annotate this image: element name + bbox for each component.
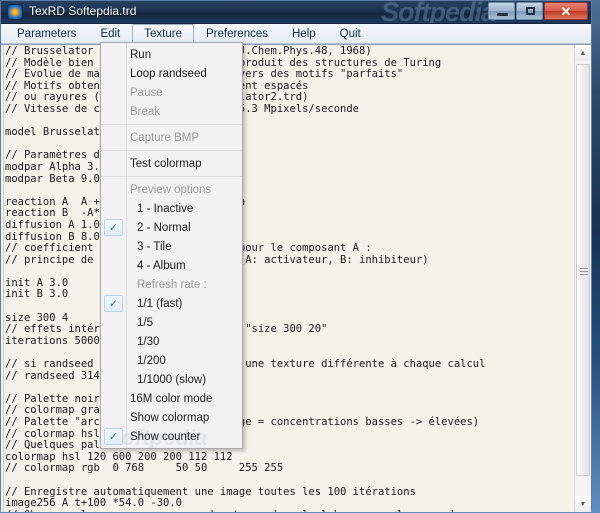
menubar-item-help[interactable]: Help (280, 24, 328, 43)
menu-item-show-colormap[interactable]: Show colormap (101, 408, 242, 427)
scrollbar-thumb[interactable] (576, 64, 590, 476)
menu-item-1-1-fast[interactable]: ✓ 1/1 (fast) (101, 294, 242, 313)
close-button[interactable]: ✕ (544, 2, 588, 20)
editor-vertical-scrollbar[interactable]: ▲ ▼ (574, 45, 591, 512)
menu-item-label: 4 - Album (137, 259, 186, 272)
checkmark-icon: ✓ (104, 219, 123, 236)
menu-item-label: Pause (130, 86, 163, 99)
menu-item-run[interactable]: Run (101, 45, 242, 64)
menu-item-label: 2 - Normal (137, 221, 191, 234)
menu-item-label: Preview options (130, 183, 212, 196)
menu-item-test-colormap[interactable]: Test colormap (101, 154, 242, 173)
menubar-item-quit[interactable]: Quit (328, 24, 373, 43)
menu-item-preview-options: Preview options (101, 180, 242, 199)
menubar-item-parameters[interactable]: Parameters (5, 24, 88, 43)
scrollbar-grip-icon (580, 266, 588, 275)
texrd-main-window: Softpedia TexRD Softepdia.trd ✕ Paramete… (0, 0, 592, 512)
menu-item-pause: Pause (101, 83, 242, 102)
menu-item-label: 3 - Tile (137, 240, 172, 253)
scroll-up-arrow-icon[interactable]: ▲ (575, 45, 591, 61)
menu-item-4-album[interactable]: 4 - Album (101, 256, 242, 275)
menu-item-refresh-rate: Refresh rate : (101, 275, 242, 294)
menubar-item-texture[interactable]: Texture (132, 24, 194, 43)
checkmark-icon: ✓ (104, 428, 123, 445)
menu-item-label: Run (130, 48, 152, 61)
menu-item-label: Show counter (130, 430, 201, 443)
title-bar[interactable]: Softpedia TexRD Softepdia.trd ✕ (1, 1, 591, 24)
menu-bar: Parameters Edit Texture Preferences Help… (1, 24, 591, 44)
menu-item-label: Capture BMP (130, 131, 200, 144)
menu-item-break: Break (101, 102, 242, 121)
menu-item-label: Break (130, 105, 161, 118)
menu-item-label: Show colormap (130, 411, 210, 424)
desktop-background: Softpedia TexRD Softepdia.trd ✕ Paramete… (0, 0, 600, 513)
dropdown-separator (101, 176, 242, 177)
menu-item-label: 1/30 (137, 335, 160, 348)
menubar-item-preferences[interactable]: Preferences (194, 24, 280, 43)
menubar-item-edit[interactable]: Edit (88, 24, 132, 43)
dropdown-separator (101, 150, 242, 151)
menu-item-label: 1/200 (137, 354, 166, 367)
minimize-icon (497, 13, 508, 16)
menu-item-1-200[interactable]: 1/200 (101, 351, 242, 370)
menu-item-show-counter[interactable]: ✓ Show counter (101, 427, 242, 446)
editor-left-rule (3, 45, 4, 512)
script-text-editor[interactable]: // Brusselator (Prigogine & Lefever, J.C… (1, 45, 574, 512)
dropdown-separator (101, 124, 242, 125)
scroll-down-arrow-icon[interactable]: ▼ (575, 496, 591, 512)
maximize-button[interactable] (516, 2, 543, 20)
menu-item-3-tile[interactable]: 3 - Tile (101, 237, 242, 256)
menu-item-label: 1/5 (137, 316, 153, 329)
editor-area: // Brusselator (Prigogine & Lefever, J.C… (1, 44, 591, 512)
menu-item-label: 1 - Inactive (137, 202, 194, 215)
window-controls: ✕ (487, 2, 588, 20)
app-spiral-icon (7, 4, 23, 20)
menu-item-1-inactive[interactable]: 1 - Inactive (101, 199, 242, 218)
menu-item-label: Refresh rate : (137, 278, 207, 291)
menu-item-label: 1/1 (fast) (137, 297, 183, 310)
texture-dropdown-menu: Run Loop randseed Pause Break Capture BMP Tes… (100, 42, 243, 450)
menu-item-1-1000-slow[interactable]: 1/1000 (slow) (101, 370, 242, 389)
menu-item-label: 1/1000 (slow) (137, 373, 207, 386)
minimize-button[interactable] (488, 2, 515, 20)
softpedia-watermark: Softpedia (380, 1, 496, 24)
maximize-icon (526, 7, 535, 15)
checkmark-icon: ✓ (104, 295, 123, 312)
close-icon: ✕ (560, 3, 572, 19)
menu-item-capture-bmp: Capture BMP (101, 128, 242, 147)
menu-item-16m-color-mode[interactable]: 16M color mode (101, 389, 242, 408)
menu-item-label: Loop randseed (130, 67, 207, 80)
menu-item-2-normal[interactable]: ✓ 2 - Normal (101, 218, 242, 237)
menu-item-1-30[interactable]: 1/30 (101, 332, 242, 351)
menu-item-loop-randseed[interactable]: Loop randseed (101, 64, 242, 83)
menu-item-label: Test colormap (130, 157, 202, 170)
menu-item-1-5[interactable]: 1/5 (101, 313, 242, 332)
window-title: TexRD Softepdia.trd (29, 4, 137, 18)
menu-item-label: 16M color mode (130, 392, 213, 405)
script-source[interactable]: // Brusselator (Prigogine & Lefever, J.C… (5, 45, 574, 512)
